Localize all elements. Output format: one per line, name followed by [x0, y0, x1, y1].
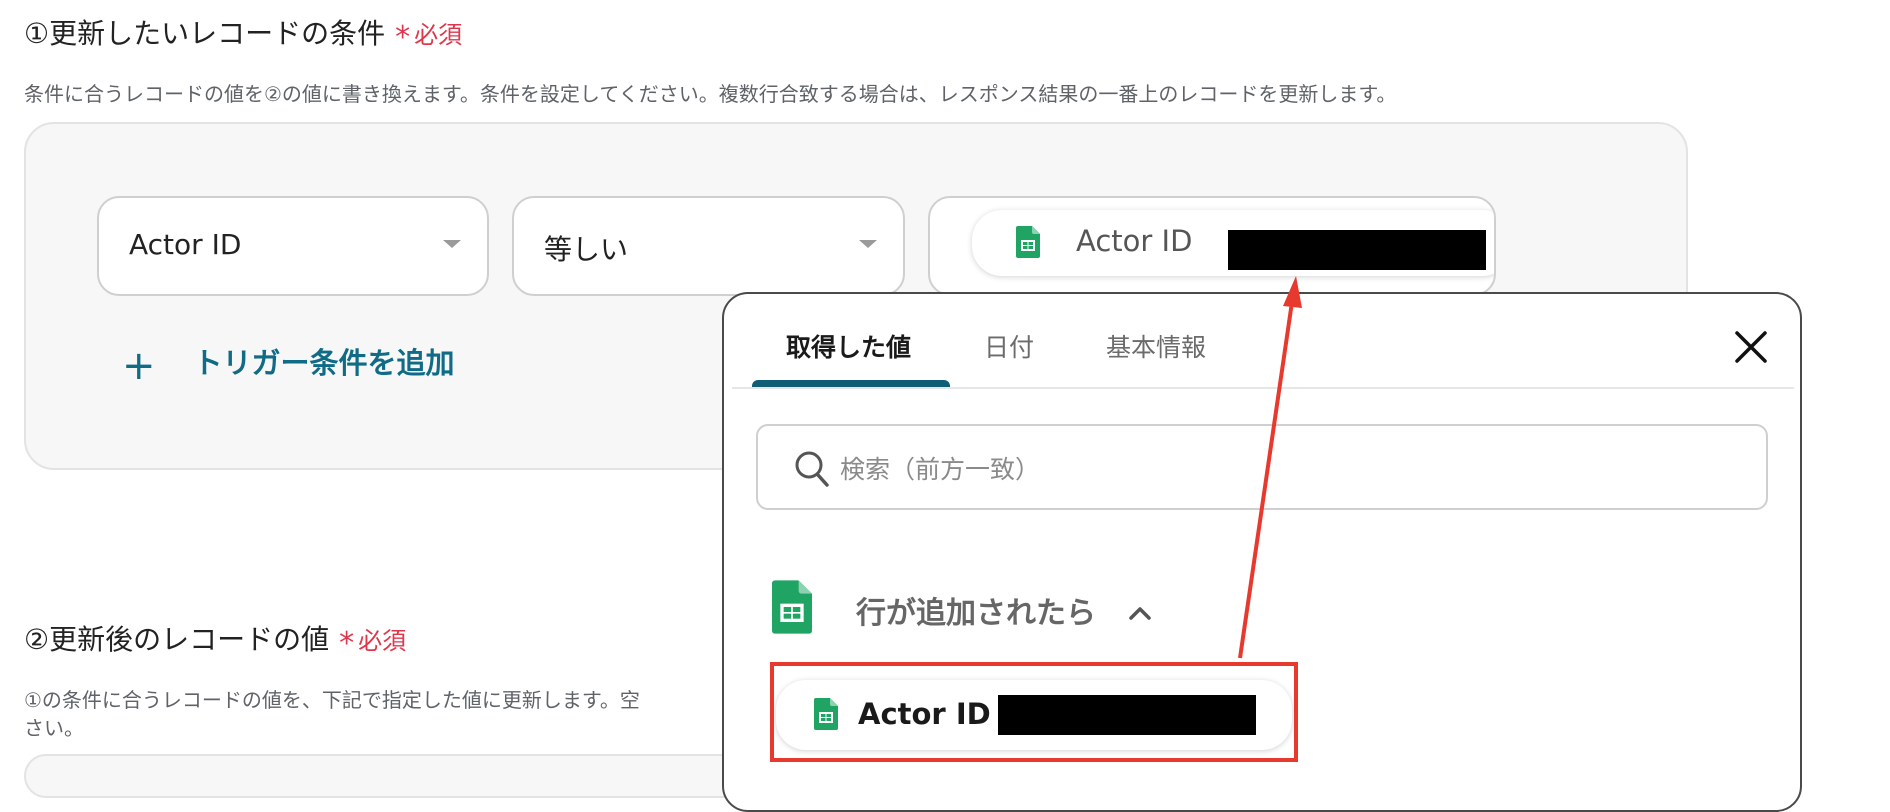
annotation-arrow: [1238, 276, 1302, 659]
